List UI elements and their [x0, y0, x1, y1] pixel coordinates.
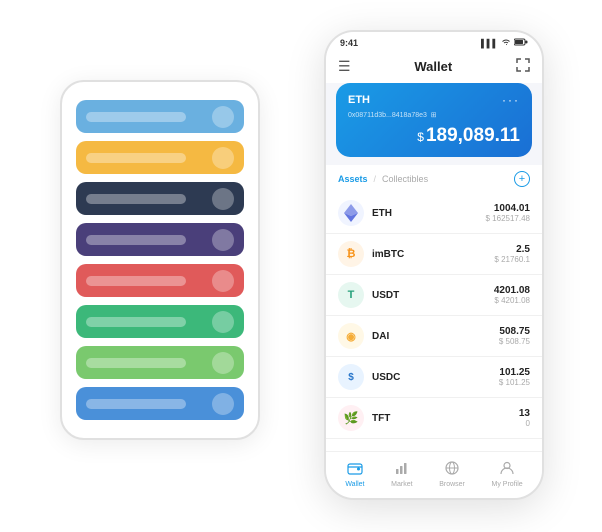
- card-bar: [86, 358, 186, 368]
- wallet-nav-icon: [347, 460, 363, 479]
- asset-values: 13 0: [519, 408, 530, 428]
- asset-usd: 0: [519, 419, 530, 428]
- card-dot: [212, 229, 234, 251]
- list-item[interactable]: [76, 100, 244, 133]
- card-dot: [212, 147, 234, 169]
- asset-name: USDT: [372, 290, 494, 301]
- dai-icon: ◉: [338, 323, 364, 349]
- list-item[interactable]: [76, 264, 244, 297]
- imbtc-icon: ₿: [338, 241, 364, 267]
- asset-name: ETH: [372, 208, 486, 219]
- list-item[interactable]: [76, 346, 244, 379]
- top-nav: ☰ Wallet: [326, 52, 542, 83]
- asset-amount: 1004.01: [486, 203, 531, 214]
- wallet-card-header: ETH ···: [348, 93, 520, 107]
- browser-nav-icon: [444, 460, 460, 479]
- wallet-balance: $189,089.11: [348, 125, 520, 147]
- usdc-icon: $: [338, 364, 364, 390]
- asset-usd: $ 162517.48: [486, 214, 531, 223]
- list-item[interactable]: [76, 182, 244, 215]
- card-bar: [86, 235, 186, 245]
- asset-amount: 2.5: [494, 244, 530, 255]
- browser-nav-label: Browser: [439, 481, 465, 488]
- asset-name: USDC: [372, 372, 499, 383]
- status-bar: 9:41 ▌▌▌: [326, 32, 542, 52]
- signal-icon: ▌▌▌: [481, 39, 498, 48]
- status-time: 9:41: [340, 38, 358, 48]
- wifi-icon: [501, 38, 511, 48]
- asset-usd: $ 21760.1: [494, 255, 530, 264]
- list-item[interactable]: [76, 387, 244, 420]
- asset-usd: $ 101.25: [499, 378, 530, 387]
- status-icons: ▌▌▌: [481, 38, 528, 48]
- usdt-icon: T: [338, 282, 364, 308]
- asset-amount: 508.75: [499, 326, 530, 337]
- eth-icon: [338, 200, 364, 226]
- card-bar: [86, 276, 186, 286]
- card-dot: [212, 393, 234, 415]
- asset-values: 4201.08 $ 4201.08: [494, 285, 530, 305]
- nav-item-browser[interactable]: Browser: [439, 460, 465, 488]
- asset-values: 101.25 $ 101.25: [499, 367, 530, 387]
- asset-values: 508.75 $ 508.75: [499, 326, 530, 346]
- card-bar: [86, 194, 186, 204]
- table-row[interactable]: ₿ imBTC 2.5 $ 21760.1: [326, 234, 542, 275]
- foreground-phone: 9:41 ▌▌▌ ☰ Wallet: [324, 30, 544, 500]
- asset-amount: 101.25: [499, 367, 530, 378]
- menu-icon[interactable]: ☰: [338, 58, 351, 75]
- battery-icon: [514, 38, 528, 48]
- asset-amount: 13: [519, 408, 530, 419]
- wallet-coin-name: ETH: [348, 94, 370, 106]
- asset-name: TFT: [372, 413, 519, 424]
- list-item[interactable]: [76, 305, 244, 338]
- asset-usd: $ 508.75: [499, 337, 530, 346]
- wallet-card: ETH ··· 0x08711d3b...8418a78e3 ⊞ $189,08…: [336, 83, 532, 157]
- wallet-address: 0x08711d3b...8418a78e3 ⊞: [348, 111, 520, 119]
- add-asset-button[interactable]: +: [514, 171, 530, 187]
- nav-item-market[interactable]: Market: [391, 460, 412, 488]
- background-phone: [60, 80, 260, 440]
- card-dot: [212, 311, 234, 333]
- market-nav-label: Market: [391, 481, 412, 488]
- nav-item-wallet[interactable]: Wallet: [345, 460, 364, 488]
- assets-tabs: Assets / Collectibles: [338, 174, 428, 184]
- list-item[interactable]: [76, 223, 244, 256]
- asset-usd: $ 4201.08: [494, 296, 530, 305]
- table-row[interactable]: 🌿 TFT 13 0: [326, 398, 542, 439]
- tft-icon: 🌿: [338, 405, 364, 431]
- tab-collectibles[interactable]: Collectibles: [382, 174, 428, 184]
- asset-amount: 4201.08: [494, 285, 530, 296]
- wallet-nav-label: Wallet: [345, 481, 364, 488]
- card-dot: [212, 352, 234, 374]
- card-dot: [212, 270, 234, 292]
- table-row[interactable]: $ USDC 101.25 $ 101.25: [326, 357, 542, 398]
- tab-assets[interactable]: Assets: [338, 174, 368, 184]
- card-bar: [86, 399, 186, 409]
- table-row[interactable]: ◉ DAI 508.75 $ 508.75: [326, 316, 542, 357]
- asset-values: 1004.01 $ 162517.48: [486, 203, 531, 223]
- asset-name: imBTC: [372, 249, 494, 260]
- table-row[interactable]: T USDT 4201.08 $ 4201.08: [326, 275, 542, 316]
- asset-list: ETH 1004.01 $ 162517.48 ₿ imBTC 2.5 $ 21…: [326, 193, 542, 451]
- assets-header: Assets / Collectibles +: [326, 165, 542, 193]
- scene: 9:41 ▌▌▌ ☰ Wallet: [0, 0, 602, 532]
- expand-icon[interactable]: [516, 58, 530, 75]
- nav-item-profile[interactable]: My Profile: [492, 460, 523, 488]
- bottom-nav: Wallet Market Browser My Profile: [326, 451, 542, 498]
- profile-nav-label: My Profile: [492, 481, 523, 488]
- card-bar: [86, 317, 186, 327]
- market-nav-icon: [394, 460, 410, 479]
- asset-values: 2.5 $ 21760.1: [494, 244, 530, 264]
- card-dot: [212, 188, 234, 210]
- wallet-options-icon[interactable]: ···: [502, 93, 520, 107]
- table-row[interactable]: ETH 1004.01 $ 162517.48: [326, 193, 542, 234]
- page-title: Wallet: [414, 59, 452, 74]
- card-bar: [86, 153, 186, 163]
- tab-divider: /: [374, 174, 377, 184]
- profile-nav-icon: [499, 460, 515, 479]
- list-item[interactable]: [76, 141, 244, 174]
- card-bar: [86, 112, 186, 122]
- card-dot: [212, 106, 234, 128]
- asset-name: DAI: [372, 331, 499, 342]
